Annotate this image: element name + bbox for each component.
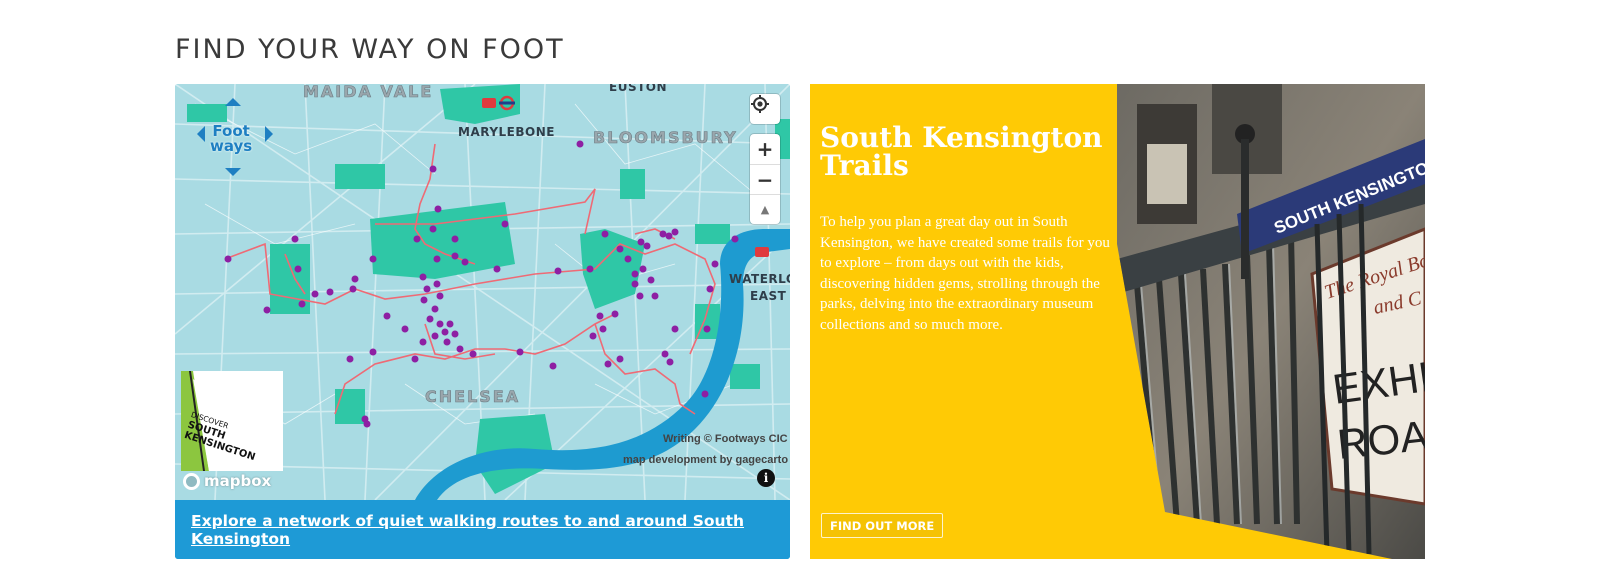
trails-card: South Kensington Trails To help you plan… bbox=[810, 84, 1425, 559]
compass-icon: ▲ bbox=[760, 203, 770, 216]
attribution-developer[interactable]: map development by gagecarto bbox=[623, 454, 788, 466]
map-label-marylebone: MARYLEBONE bbox=[458, 125, 555, 139]
footways-logo-line2: ways bbox=[210, 137, 253, 155]
trails-title: South Kensington Trails bbox=[820, 121, 1103, 182]
mapbox-label: mapbox bbox=[204, 472, 272, 490]
discover-south-kensington-logo: DISCOVER SOUTH KENSINGTON bbox=[181, 371, 283, 471]
locate-button[interactable] bbox=[750, 94, 780, 124]
compass-button[interactable]: ▲ bbox=[750, 194, 780, 224]
map-label-bloomsbury: BLOOMSBURY bbox=[593, 128, 738, 148]
map-card: MAIDA VALE EUSTON MARYLEBONE BLOOMSBURY … bbox=[175, 84, 790, 559]
attribution-writing: Writing © Footways CIC bbox=[663, 433, 788, 445]
geolocate-control bbox=[750, 94, 780, 124]
mapbox-icon bbox=[183, 472, 200, 490]
map-label-waterloo: WATERLO bbox=[729, 272, 790, 286]
zoom-out-button[interactable]: − bbox=[750, 164, 780, 194]
exhibition-road-photo: SOUTH KENSINGTON The Royal Borough and C… bbox=[1117, 84, 1425, 559]
map-label-euston: EUSTON bbox=[609, 84, 668, 94]
info-icon[interactable]: i bbox=[757, 469, 775, 487]
footways-logo: Foot ways bbox=[210, 124, 252, 154]
section-title: FIND YOUR WAY ON FOOT bbox=[175, 34, 565, 65]
map-label-east: EAST bbox=[750, 289, 787, 303]
map-label-maida-vale: MAIDA VALE bbox=[303, 84, 434, 101]
mapbox-logo[interactable]: mapbox bbox=[183, 472, 271, 490]
navigation-control: + − ▲ bbox=[750, 134, 780, 224]
locate-icon bbox=[751, 95, 769, 113]
map-view[interactable]: MAIDA VALE EUSTON MARYLEBONE BLOOMSBURY … bbox=[175, 84, 790, 500]
trails-description: To help you plan a great day out in Sout… bbox=[820, 214, 1110, 333]
zoom-in-button[interactable]: + bbox=[750, 134, 780, 164]
explore-routes-link[interactable]: Explore a network of quiet walking route… bbox=[191, 512, 790, 548]
find-out-more-button[interactable]: FIND OUT MORE bbox=[821, 513, 944, 538]
map-label-chelsea: CHELSEA bbox=[425, 387, 521, 407]
page: FIND YOUR WAY ON FOOT MAIDA VALE EUSTON … bbox=[0, 0, 1600, 577]
map-caption: Explore a network of quiet walking route… bbox=[175, 500, 790, 559]
